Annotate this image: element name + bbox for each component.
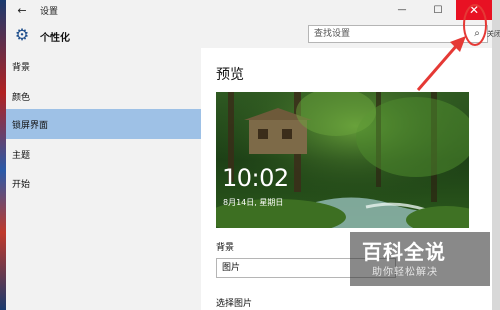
sidebar-item-colors[interactable]: 颜色 [6, 81, 201, 111]
sidebar-item-label: 背景 [12, 62, 31, 73]
lock-screen-clock: 10:02 [222, 164, 289, 192]
search-input[interactable] [309, 26, 479, 42]
sidebar-item-lock-screen[interactable]: 锁屏界面 [6, 109, 201, 139]
sidebar-item-label: 锁屏界面 [12, 120, 49, 131]
minimize-icon: — [397, 5, 407, 15]
sidebar-item-label: 颜色 [12, 92, 31, 103]
maximize-button[interactable]: ☐ [420, 0, 456, 20]
sidebar-item-label: 开始 [12, 179, 31, 190]
close-icon: ✕ [468, 3, 480, 17]
tooltip-fragment: 关闭 [487, 30, 500, 38]
title-bar: ← 设置 — ☐ ✕ [6, 0, 492, 20]
page-title: 个性化 [40, 33, 70, 44]
sidebar-item-background[interactable]: 背景 [6, 51, 201, 81]
search-box[interactable]: ⌕ [308, 25, 488, 43]
back-arrow-icon: ← [17, 3, 27, 17]
sidebar-item-themes[interactable]: 主题 [6, 139, 201, 169]
window-edge [492, 0, 500, 310]
sidebar-item-label: 主题 [12, 150, 31, 161]
search-icon[interactable]: ⌕ [470, 27, 484, 41]
lock-screen-preview: 10:02 8月14日, 星期日 [216, 92, 469, 228]
gear-icon: ⚙ [14, 25, 30, 44]
lock-screen-date: 8月14日, 星期日 [223, 198, 284, 207]
sidebar: 背景 颜色 锁屏界面 主题 开始 [6, 48, 201, 310]
back-button[interactable]: ← [12, 2, 32, 18]
close-button[interactable]: ✕ [456, 0, 492, 20]
choose-picture-label: 选择图片 [216, 299, 253, 309]
window-title: 设置 [40, 7, 59, 17]
watermark-title: 百科全说 [362, 240, 446, 264]
sidebar-item-start[interactable]: 开始 [6, 168, 201, 198]
watermark-subtitle: 助你轻松解决 [372, 267, 438, 278]
minimize-button[interactable]: — [384, 0, 420, 20]
background-label: 背景 [216, 243, 235, 253]
preview-heading: 预览 [216, 67, 244, 83]
maximize-icon: ☐ [433, 4, 443, 16]
